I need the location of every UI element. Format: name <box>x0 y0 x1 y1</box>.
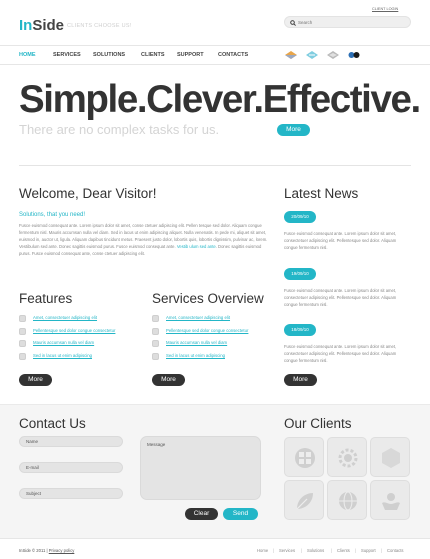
section-divider <box>19 165 411 166</box>
send-button[interactable]: Send <box>223 508 258 520</box>
services-list: Amet, consectetuer adipiscing elit Pelle… <box>152 314 248 364</box>
checkbox-icon <box>152 327 159 335</box>
logo-part-side: Side <box>32 17 65 34</box>
news-more-button[interactable]: More <box>284 374 317 386</box>
list-item[interactable]: Amet, consectetuer adipiscing elit <box>19 314 115 327</box>
site-footer: InSide © 2011 | Privacy policy Home | Se… <box>0 538 430 559</box>
search-icon <box>290 19 296 26</box>
email-field[interactable]: E-mail <box>19 462 123 473</box>
checkbox-icon <box>19 352 26 360</box>
message-field[interactable]: Message <box>140 436 261 500</box>
globe-icon <box>339 491 357 511</box>
list-item[interactable]: Mauris accumsan nulla vel diam <box>152 339 248 352</box>
checkbox-icon <box>19 327 26 335</box>
stumbleupon-icon[interactable] <box>326 50 340 60</box>
nav-services[interactable]: SERVICES <box>53 52 81 58</box>
client-logo[interactable] <box>370 437 410 477</box>
gear-icon <box>338 448 358 468</box>
checkbox-icon <box>152 315 159 322</box>
name-field[interactable]: Name <box>19 436 123 447</box>
news-date-badge: 20/09/10 <box>284 211 316 223</box>
privacy-link[interactable]: Privacy policy <box>49 548 75 553</box>
welcome-title: Welcome, Dear Visitor! <box>19 186 157 201</box>
welcome-text-3: Fusce euismod consequat ante, conse ctet… <box>31 251 145 256</box>
search-input[interactable] <box>298 18 403 27</box>
clients-title: Our Clients <box>284 416 352 431</box>
list-item[interactable]: Sed in lacus ut enim adipiscing <box>152 352 248 365</box>
tagline: CLIENTS CHOOSE US! <box>67 23 132 29</box>
news-text: Fusce euismod consequat ante. Lorem ipsu… <box>284 344 397 363</box>
search-box[interactable] <box>284 16 411 28</box>
features-title: Features <box>19 291 73 306</box>
nav-clients[interactable]: CLIENTS <box>141 52 165 58</box>
welcome-subtitle: Solutions, that you need! <box>19 212 86 218</box>
twitter-icon[interactable] <box>305 50 319 60</box>
list-item[interactable]: Pellentesque sed dolor congue consectetu… <box>152 327 248 340</box>
footer-link-contacts[interactable]: Contacts <box>387 548 404 553</box>
news-date-badge: 19/09/10 <box>284 268 316 280</box>
nav-solutions[interactable]: SOLUTIONS <box>93 52 125 58</box>
hero-subtitle: There are no complex tasks for us. <box>19 122 220 137</box>
list-item[interactable]: Amet, consectetuer adipiscing elit <box>152 314 248 327</box>
news-text: Fusce euismod consequat ante. Lorem ipsu… <box>284 288 397 307</box>
delicious-icon[interactable] <box>284 50 298 60</box>
hero-title: Simple.Clever.Effective. <box>19 78 421 121</box>
client-login-link[interactable]: CLIENT LOGIN <box>372 7 398 11</box>
nav-home[interactable]: HOME <box>19 52 36 58</box>
subject-field[interactable]: Subject <box>19 488 123 499</box>
contact-title: Contact Us <box>19 416 86 431</box>
client-logo[interactable] <box>284 437 324 477</box>
news-title: Latest News <box>284 186 359 201</box>
footer-link-support[interactable]: Support <box>361 548 376 553</box>
hands-icon <box>382 493 400 510</box>
puzzle-icon <box>295 448 315 468</box>
nav-support[interactable]: SUPPORT <box>177 52 204 58</box>
checkbox-icon <box>19 340 26 347</box>
features-list: Amet, consectetuer adipiscing elit Pelle… <box>19 314 115 364</box>
checkbox-icon <box>19 315 26 322</box>
main-nav: HOME SERVICES SOLUTIONS CLIENTS SUPPORT … <box>0 45 430 65</box>
clear-button[interactable]: Clear <box>185 508 218 520</box>
list-item[interactable]: Pellentesque sed dolor congue consectetu… <box>19 327 115 340</box>
checkbox-icon <box>152 352 159 360</box>
footer-link-solutions[interactable]: Solutions <box>307 548 324 553</box>
client-logo[interactable] <box>327 437 367 477</box>
services-more-button[interactable]: More <box>152 374 185 386</box>
client-logo[interactable] <box>370 480 410 520</box>
list-item[interactable]: Sed in lacus ut enim adipiscing <box>19 352 115 365</box>
copyright: InSide © 2011 | Privacy policy <box>19 548 75 553</box>
checkbox-icon <box>152 340 159 347</box>
logo-part-in: In <box>19 17 33 34</box>
nav-contacts[interactable]: CONTACTS <box>218 52 248 58</box>
welcome-inline-link[interactable]: Vestib ulum sed ante <box>177 244 216 249</box>
client-logo[interactable] <box>284 480 324 520</box>
logo[interactable]: InSide <box>19 17 64 34</box>
client-logo[interactable] <box>327 480 367 520</box>
hexagon-icon <box>382 448 400 468</box>
news-date-badge: 18/09/10 <box>284 324 316 336</box>
footer-link-clients[interactable]: Clients <box>337 548 350 553</box>
news-text: Fusce euismod consequat ante. Lorem ipsu… <box>284 231 397 250</box>
list-item[interactable]: Mauris accumsan nulla vel diam <box>19 339 115 352</box>
footer-link-home[interactable]: Home <box>257 548 268 553</box>
features-more-button[interactable]: More <box>19 374 52 386</box>
hero-more-button[interactable]: More <box>277 124 310 136</box>
footer-link-services[interactable]: Services <box>279 548 295 553</box>
welcome-body: Fusce euismod consequat ante. Lorem ipsu… <box>19 223 268 256</box>
flickr-icon[interactable] <box>347 50 361 60</box>
leaf-icon <box>296 493 313 510</box>
services-title: Services Overview <box>152 291 264 306</box>
